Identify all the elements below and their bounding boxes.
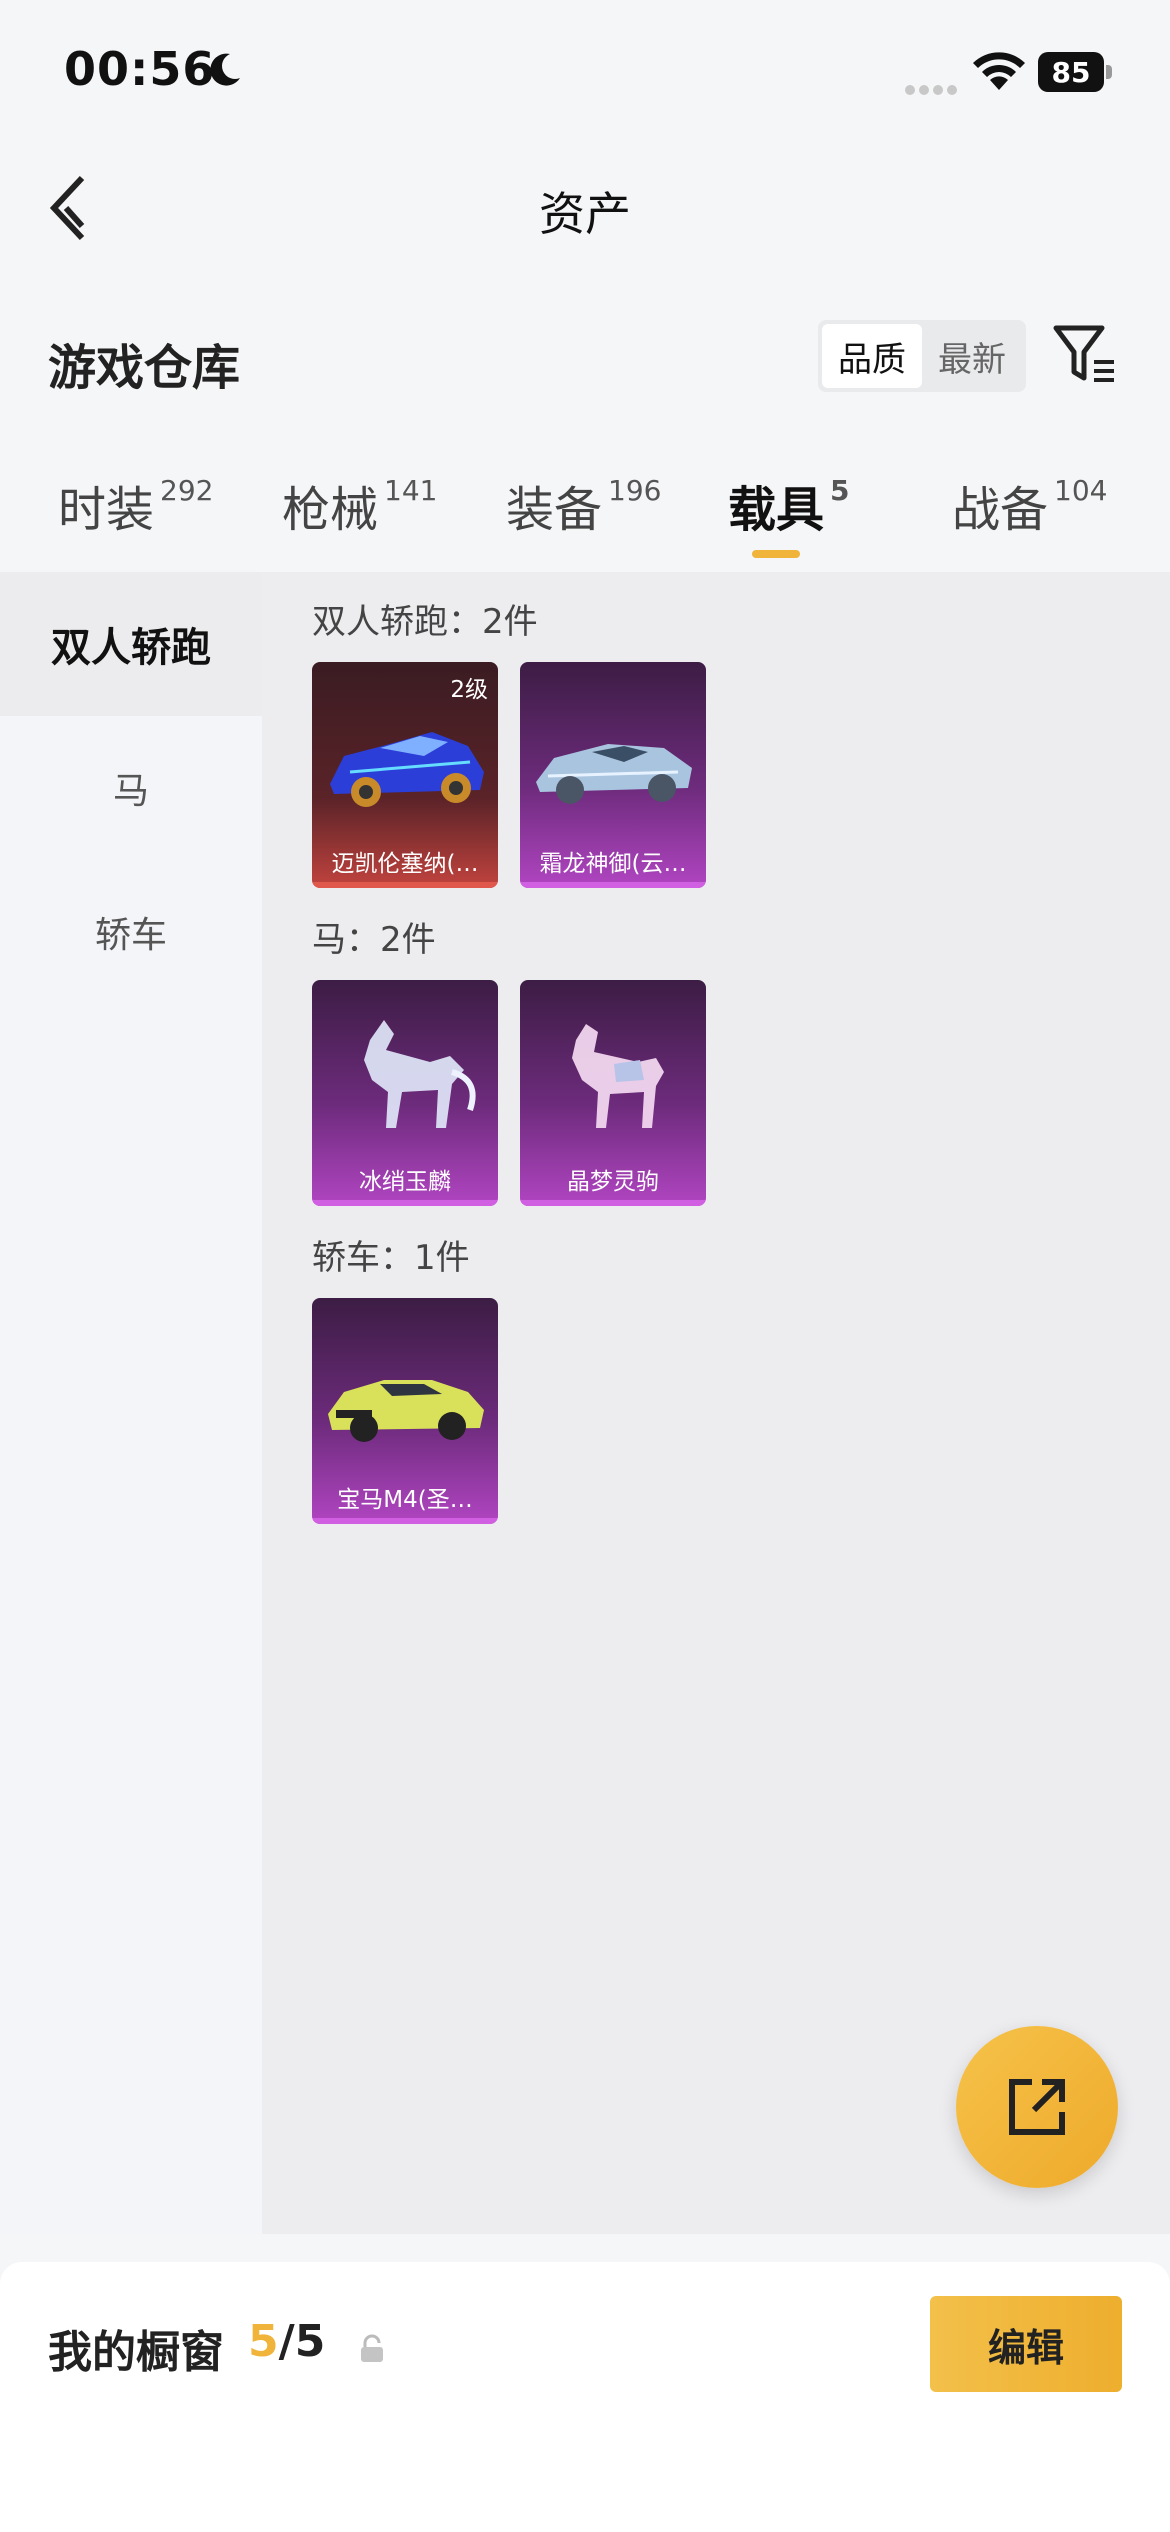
car-image [330,732,484,807]
share-button[interactable] [956,2026,1118,2188]
showcase-bar: 我的橱窗 5/5 编辑 [0,2262,1170,2532]
tab-equipment[interactable]: 装备 196 [506,470,661,540]
item-name: 迈凯伦塞纳(… [331,851,479,877]
status-time: 00:56 [64,42,216,96]
edit-button[interactable]: 编辑 [930,2296,1122,2392]
filter-icon[interactable] [1052,322,1118,386]
sidebar-item-coupe[interactable]: 双人轿跑 [0,572,262,716]
page-title: 资产 [539,187,631,241]
showcase-count: 5/5 [248,2316,326,2367]
group-label-coupe: 双人轿跑：2件 [312,602,538,642]
content-panel: 双人轿跑 马 轿车 双人轿跑：2件 2级 迈凯伦塞纳(… 霜龙神御(云… 马：2… [0,572,1170,2234]
tab-vehicles[interactable]: 载具 5 [728,470,850,540]
status-bar: 00:56 85 [0,0,1170,150]
signal-icon [905,80,963,95]
section-title: 游戏仓库 [48,340,241,396]
sort-latest-button[interactable]: 最新 [922,324,1022,388]
item-name: 冰绡玉麟 [359,1169,451,1195]
tab-fashion[interactable]: 时装 292 [58,470,213,540]
item-card[interactable]: 晶梦灵驹 [520,980,706,1206]
category-tabs: 时装 292 枪械 141 装备 196 载具 5 战备 104 [0,470,1170,570]
showcase-label: 我的橱窗 [48,2327,224,2378]
item-card[interactable]: 宝马M4(圣… [312,1298,498,1524]
active-tab-indicator [752,550,800,558]
car-image [536,744,692,804]
sort-quality-button[interactable]: 品质 [822,324,922,388]
item-card[interactable]: 冰绡玉麟 [312,980,498,1206]
horse-image [364,1020,476,1128]
share-icon [1009,2079,1065,2135]
horse-image [572,1024,664,1128]
item-name: 宝马M4(圣… [337,1487,473,1513]
group-label-horse: 马：2件 [312,920,436,960]
wifi-icon [973,52,1025,90]
sidebar-item-horse[interactable]: 马 [0,716,262,860]
item-name: 晶梦灵驹 [567,1169,659,1195]
item-name: 霜龙神御(云… [539,851,687,877]
lock-icon [361,2334,383,2362]
battery-level: 85 [1038,52,1104,92]
group-label-sedan: 轿车：1件 [312,1238,470,1278]
moon-icon [210,53,240,86]
sort-toggle: 品质 最新 [818,320,1026,392]
item-card[interactable]: 2级 迈凯伦塞纳(… [312,662,498,888]
tab-supplies[interactable]: 战备 104 [952,470,1107,540]
sidebar: 双人轿跑 马 轿车 [0,572,262,2234]
car-image [328,1380,484,1442]
sidebar-item-sedan[interactable]: 轿车 [0,860,262,1004]
item-card[interactable]: 霜龙神御(云… [520,662,706,888]
battery-icon: 85 [1038,52,1112,92]
tab-weapons[interactable]: 枪械 141 [282,470,437,540]
